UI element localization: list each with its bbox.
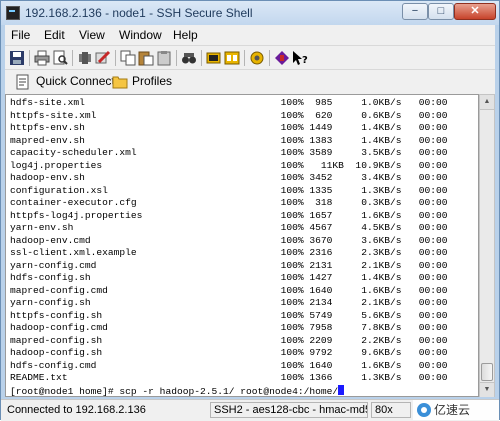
- toolbar-separator: [269, 50, 270, 66]
- window-title: 192.168.2.136 - node1 - SSH Secure Shell: [25, 6, 253, 20]
- terminal-line: hadoop-env.sh 100% 3452 3.4KB/s 00:00: [10, 172, 448, 183]
- terminal-line: mapred-config.sh 100% 2209 2.2KB/s 00:00: [10, 334, 448, 346]
- save-icon[interactable]: [9, 50, 25, 66]
- terminal-line: mapred-config.cmd 100% 1640 1.6KB/s 00:0…: [10, 284, 448, 296]
- terminal-line: container-executor.cfg 100% 318 0.3KB/s …: [10, 197, 448, 208]
- terminal-line: httpfs-site.xml 100% 620 0.6KB/s 00:00: [10, 109, 448, 121]
- terminal-line: capacity-scheduler.xml 100% 3589 3.5KB/s…: [10, 147, 448, 158]
- quick-connect-icon: [16, 74, 29, 90]
- new-file-transfer-icon[interactable]: [224, 50, 240, 66]
- terminal-line: httpfs-env.sh 100% 1449 1.4KB/s 00:00: [10, 122, 448, 133]
- paste-icon[interactable]: [138, 50, 154, 66]
- menu-edit[interactable]: Edit: [44, 28, 65, 42]
- toolbar: ?: [5, 45, 495, 70]
- terminal-prompt-line: [root@node1 home]# scp -r hadoop-2.5.1/ …: [10, 384, 448, 397]
- toolbar-separator: [244, 50, 245, 66]
- copy-icon[interactable]: [120, 50, 136, 66]
- terminal-line: configuration.xsl 100% 1335 1.3KB/s 00:0…: [10, 184, 448, 196]
- help-icon[interactable]: [274, 50, 290, 66]
- terminal-line: hadoop-config.cmd 100% 7958 7.8KB/s 00:0…: [10, 322, 448, 333]
- protocol-status: SSH2 - aes128-cbc - hmac-md5: [210, 402, 368, 418]
- scroll-down-arrow[interactable]: ▼: [480, 382, 494, 397]
- scroll-up-arrow[interactable]: ▲: [480, 95, 494, 110]
- terminal-scrollbar[interactable]: ▲ ▼: [479, 94, 495, 397]
- terminal-cursor: [338, 384, 345, 395]
- disconnect-icon[interactable]: [77, 50, 93, 66]
- svg-text:?: ?: [302, 55, 308, 66]
- print-preview-icon[interactable]: [52, 50, 68, 66]
- scrollbar-thumb[interactable]: [481, 363, 493, 381]
- whats-this-icon[interactable]: ?: [292, 50, 308, 66]
- terminal-line: hdfs-config.cmd 100% 1640 1.6KB/s 00:00: [10, 359, 448, 371]
- terminal-line: hadoop-env.cmd 100% 3670 3.6KB/s 00:00: [10, 234, 448, 246]
- terminal-line: hdfs-site.xml 100% 985 1.0KB/s 00:00: [10, 97, 448, 108]
- terminal-line: yarn-config.sh 100% 2134 2.1KB/s 00:00: [10, 297, 448, 308]
- terminal-output[interactable]: hdfs-site.xml 100% 985 1.0KB/s 00:00 http…: [5, 94, 479, 397]
- terminal-line: hdfs-config.sh 100% 1427 1.4KB/s 00:00: [10, 272, 448, 283]
- close-button[interactable]: ✕: [454, 3, 496, 20]
- menu-window[interactable]: Window: [119, 28, 162, 42]
- watermark-text: 亿速云: [434, 403, 471, 417]
- maximize-button[interactable]: □: [428, 3, 454, 20]
- quick-connect-button[interactable]: Quick Connect: [36, 72, 115, 91]
- terminal-line: ssl-client.xml.example 100% 2316 2.3KB/s…: [10, 247, 448, 258]
- terminal-prompt: [root@node1 home]# scp -r hadoop-2.5.1/ …: [10, 385, 339, 397]
- print-icon[interactable]: [34, 50, 50, 66]
- folder-icon: [112, 76, 128, 89]
- menu-file[interactable]: File: [11, 28, 30, 42]
- settings-icon[interactable]: [249, 50, 265, 66]
- new-terminal-icon[interactable]: [206, 50, 222, 66]
- watermark-logo-icon: [417, 403, 431, 417]
- menu-bar: File Edit View Window Help: [5, 25, 495, 45]
- watermark: 亿速云: [413, 400, 499, 420]
- connection-status: Connected to 192.168.2.136: [7, 404, 146, 416]
- menu-help[interactable]: Help: [173, 28, 198, 42]
- toolbar-separator: [29, 50, 30, 66]
- ssh-client-window: 192.168.2.136 - node1 - SSH Secure Shell…: [0, 0, 500, 421]
- toolbar-separator: [115, 50, 116, 66]
- terminal-line: mapred-env.sh 100% 1383 1.4KB/s 00:00: [10, 134, 448, 146]
- terminal-size-status: 80x: [371, 402, 411, 418]
- find-icon[interactable]: [181, 50, 197, 66]
- profiles-button[interactable]: Profiles: [132, 72, 172, 91]
- terminal-line: hadoop-config.sh 100% 9792 9.6KB/s 00:00: [10, 347, 448, 358]
- terminal-line: httpfs-log4j.properties 100% 1657 1.6KB/…: [10, 209, 448, 221]
- terminal-line: yarn-config.cmd 100% 2131 2.1KB/s 00:00: [10, 259, 448, 271]
- terminal-lines: hdfs-site.xml 100% 985 1.0KB/s 00:00 http…: [10, 97, 448, 397]
- minimize-button[interactable]: −: [402, 3, 428, 20]
- toolbar-separator: [176, 50, 177, 66]
- reconnect-icon[interactable]: [95, 50, 111, 66]
- terminal-app-icon[interactable]: [6, 6, 20, 20]
- terminal-line: yarn-env.sh 100% 4567 4.5KB/s 00:00: [10, 222, 448, 233]
- terminal-line: log4j.properties 100% 11KB 10.9KB/s 00:0…: [10, 159, 448, 171]
- menu-view[interactable]: View: [79, 28, 105, 42]
- quick-connect-bar: Quick Connect Profiles: [5, 69, 495, 95]
- toolbar-separator: [72, 50, 73, 66]
- paste-all-icon[interactable]: [156, 50, 172, 66]
- toolbar-separator: [201, 50, 202, 66]
- terminal-line: httpfs-config.sh 100% 5749 5.6KB/s 00:00: [10, 309, 448, 321]
- title-bar[interactable]: 192.168.2.136 - node1 - SSH Secure Shell…: [1, 1, 499, 25]
- terminal-line: README.txt 100% 1366 1.3KB/s 00:00: [10, 372, 448, 383]
